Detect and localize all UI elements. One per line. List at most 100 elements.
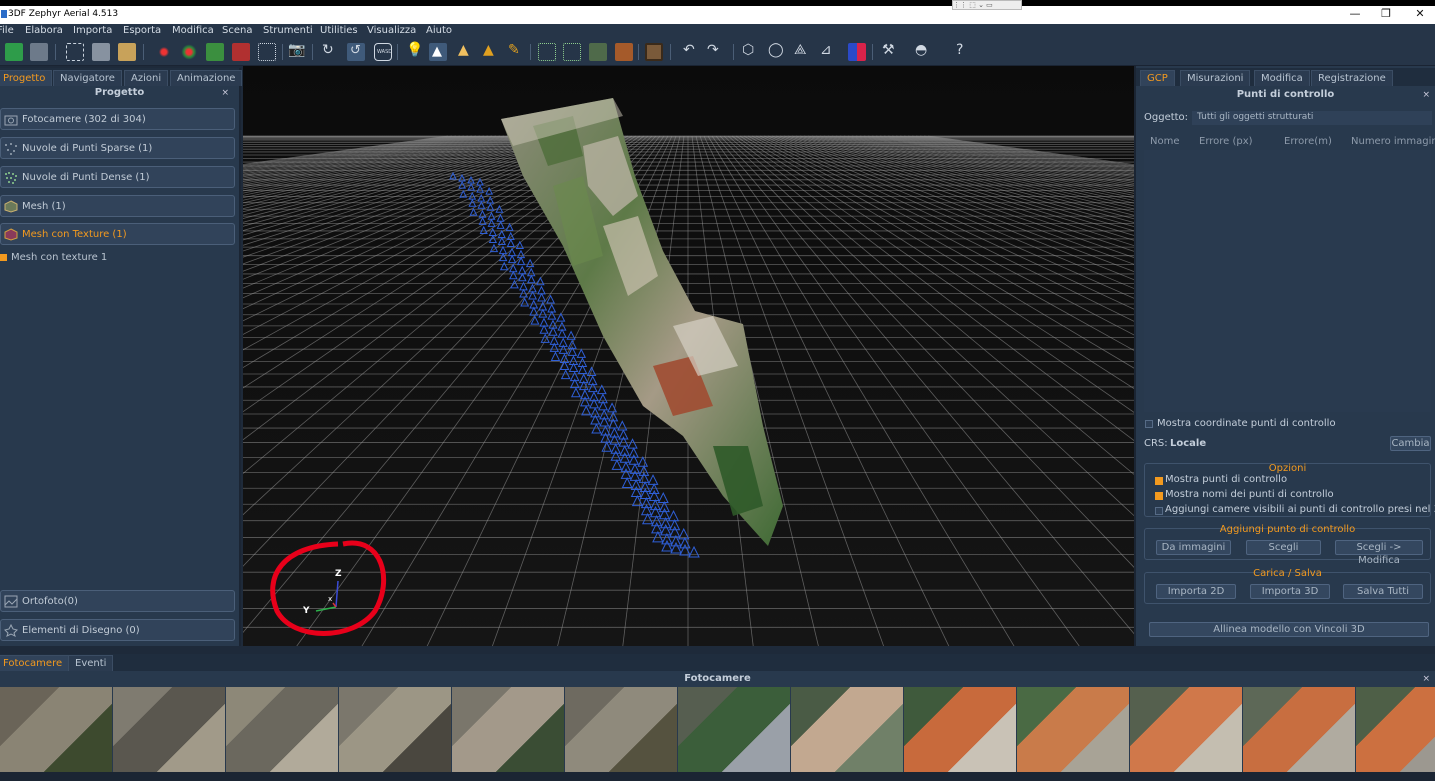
undo-icon[interactable]: ↶ [683, 42, 695, 58]
object-select[interactable]: Tutti gli oggetti strutturati [1192, 111, 1432, 125]
pick-edit-button[interactable]: Scegli -> Modifica [1335, 540, 1423, 566]
brush-icon[interactable]: ✎ [508, 42, 520, 58]
camera-thumbnail[interactable] [226, 687, 338, 773]
column-errore-m[interactable]: Errore(m) [1284, 136, 1332, 147]
scene-canvas[interactable] [243, 66, 1134, 646]
box-icon[interactable] [118, 43, 136, 61]
tab-navigatore[interactable]: Navigatore [53, 70, 122, 86]
camera-thumbnail[interactable] [0, 687, 112, 773]
save-all-button[interactable]: Salva Tutti [1343, 584, 1423, 599]
gcp-table[interactable] [1144, 150, 1431, 412]
tab-registrazione[interactable]: Registrazione [1311, 70, 1393, 86]
normals-icon[interactable]: ▲ [483, 42, 494, 58]
camera-thumbnail[interactable] [452, 687, 564, 773]
help-icon[interactable]: ? [956, 42, 963, 58]
menu-modifica[interactable]: Modifica [172, 25, 214, 36]
camera-thumbnail[interactable] [1243, 687, 1355, 773]
wasd-icon[interactable]: WASD [374, 43, 392, 61]
camera-thumbnail[interactable] [1130, 687, 1242, 773]
close-window-button[interactable]: ✕ [1405, 7, 1435, 21]
texture-filter-icon[interactable] [615, 43, 633, 61]
mesh-tool-icon[interactable] [206, 43, 224, 61]
lasso-icon[interactable]: ⬡ [742, 42, 754, 58]
tree-node-sparse[interactable]: Nuvole di Punti Sparse (1) [0, 137, 235, 159]
maximize-button[interactable]: ❐ [1371, 7, 1401, 21]
menu-utilities[interactable]: Utilities [320, 25, 358, 36]
show-names-checkbox[interactable] [1155, 492, 1163, 500]
redo-icon[interactable]: ↷ [707, 42, 719, 58]
camera-thumbnail[interactable] [339, 687, 451, 773]
polygon-select-icon[interactable]: ⟁ [794, 42, 807, 58]
camera-thumbnail[interactable] [678, 687, 790, 773]
ruler-icon[interactable]: ⊿ [820, 42, 832, 58]
menu-visualizza[interactable]: Visualizza [367, 25, 416, 36]
camera-tool-icon[interactable]: 📷 [288, 42, 305, 58]
tab-misurazioni[interactable]: Misurazioni [1180, 70, 1251, 86]
from-images-button[interactable]: Da immagini [1156, 540, 1231, 555]
texture-tool-icon[interactable] [232, 43, 250, 61]
close-icon[interactable]: × [1422, 90, 1430, 100]
change-crs-button[interactable]: Cambia [1390, 436, 1431, 451]
menu-elabora[interactable]: Elabora [25, 25, 63, 36]
column-nome[interactable]: Nome [1150, 136, 1180, 147]
menu-aiuto[interactable]: Aiuto [426, 25, 452, 36]
save-project-icon[interactable] [30, 43, 48, 61]
camera-thumbnail[interactable] [1356, 687, 1435, 773]
new-project-icon[interactable] [5, 43, 23, 61]
tree-node-mesh[interactable]: Mesh (1) [0, 195, 235, 217]
tree-leaf-textured-mesh[interactable]: Mesh con texture 1 [0, 252, 107, 263]
tab-progetto[interactable]: Progetto [0, 70, 53, 86]
pick-button[interactable]: Scegli [1246, 540, 1321, 555]
tab-azioni[interactable]: Azioni [124, 70, 169, 86]
column-errore-px[interactable]: Errore (px) [1199, 136, 1253, 147]
camera-thumbnail[interactable] [565, 687, 677, 773]
add-cameras-checkbox[interactable] [1155, 507, 1163, 515]
bounding-box-icon[interactable] [645, 43, 663, 61]
points-edit-icon[interactable] [258, 43, 276, 61]
3d-viewport[interactable]: Z Y x [243, 66, 1134, 646]
tab-fotocamere[interactable]: Fotocamere [0, 655, 70, 671]
tree-node-dense[interactable]: Nuvole di Punti Dense (1) [0, 166, 235, 188]
cube-view-icon[interactable] [92, 43, 110, 61]
camera-thumbnail[interactable] [904, 687, 1016, 773]
shading-icon[interactable]: ▲ [429, 43, 447, 61]
minimize-button[interactable]: — [1340, 7, 1370, 21]
camera-thumbnail[interactable] [1017, 687, 1129, 773]
tree-node-textured-mesh[interactable]: Mesh con Texture (1) [0, 223, 235, 245]
mask-icon[interactable]: ◓ [915, 42, 927, 58]
mesh-filter-icon[interactable] [589, 43, 607, 61]
tab-eventi[interactable]: Eventi [68, 655, 114, 671]
import-3d-button[interactable]: Importa 3D [1250, 584, 1330, 599]
tab-modifica[interactable]: Modifica [1254, 70, 1310, 86]
menu-importa[interactable]: Importa [73, 25, 112, 36]
point-size-icon[interactable] [538, 43, 556, 61]
column-numero-immagini[interactable]: Numero immagini [1351, 136, 1435, 147]
menu-file[interactable]: File [0, 25, 14, 36]
orbit-icon[interactable]: ↺ [347, 43, 365, 61]
tab-animazione[interactable]: Animazione [170, 70, 243, 86]
wireframe-icon[interactable]: ▲ [458, 42, 469, 58]
menu-strumenti[interactable]: Strumenti [263, 25, 313, 36]
circle-select-icon[interactable]: ◯ [768, 42, 784, 58]
select-icon[interactable] [66, 43, 84, 61]
rotate-icon[interactable]: ↻ [322, 42, 334, 58]
camera-thumbnail[interactable] [791, 687, 903, 773]
camera-thumbnail[interactable] [113, 687, 225, 773]
tree-node-cameras[interactable]: Fotocamere (302 di 304) [0, 108, 235, 130]
tools-icon[interactable]: ⚒ [882, 42, 895, 58]
show-coords-checkbox[interactable] [1145, 420, 1153, 428]
close-icon[interactable]: × [221, 88, 229, 98]
tree-node-orthophoto[interactable]: Ortofoto(0) [0, 590, 235, 612]
light-icon[interactable]: 💡 [406, 42, 423, 58]
tab-gcp[interactable]: GCP [1140, 70, 1175, 86]
tree-node-drawing[interactable]: Elementi di Disegno (0) [0, 619, 235, 641]
sparse-points-icon[interactable] [155, 43, 173, 61]
color-tool-icon[interactable] [848, 43, 866, 61]
point-filter-icon[interactable] [563, 43, 581, 61]
close-icon[interactable]: × [1422, 674, 1430, 684]
menu-esporta[interactable]: Esporta [123, 25, 161, 36]
show-points-checkbox[interactable] [1155, 477, 1163, 485]
import-2d-button[interactable]: Importa 2D [1156, 584, 1236, 599]
align-model-button[interactable]: Allinea modello con Vincoli 3D [1149, 622, 1429, 637]
dense-points-icon[interactable] [180, 43, 198, 61]
